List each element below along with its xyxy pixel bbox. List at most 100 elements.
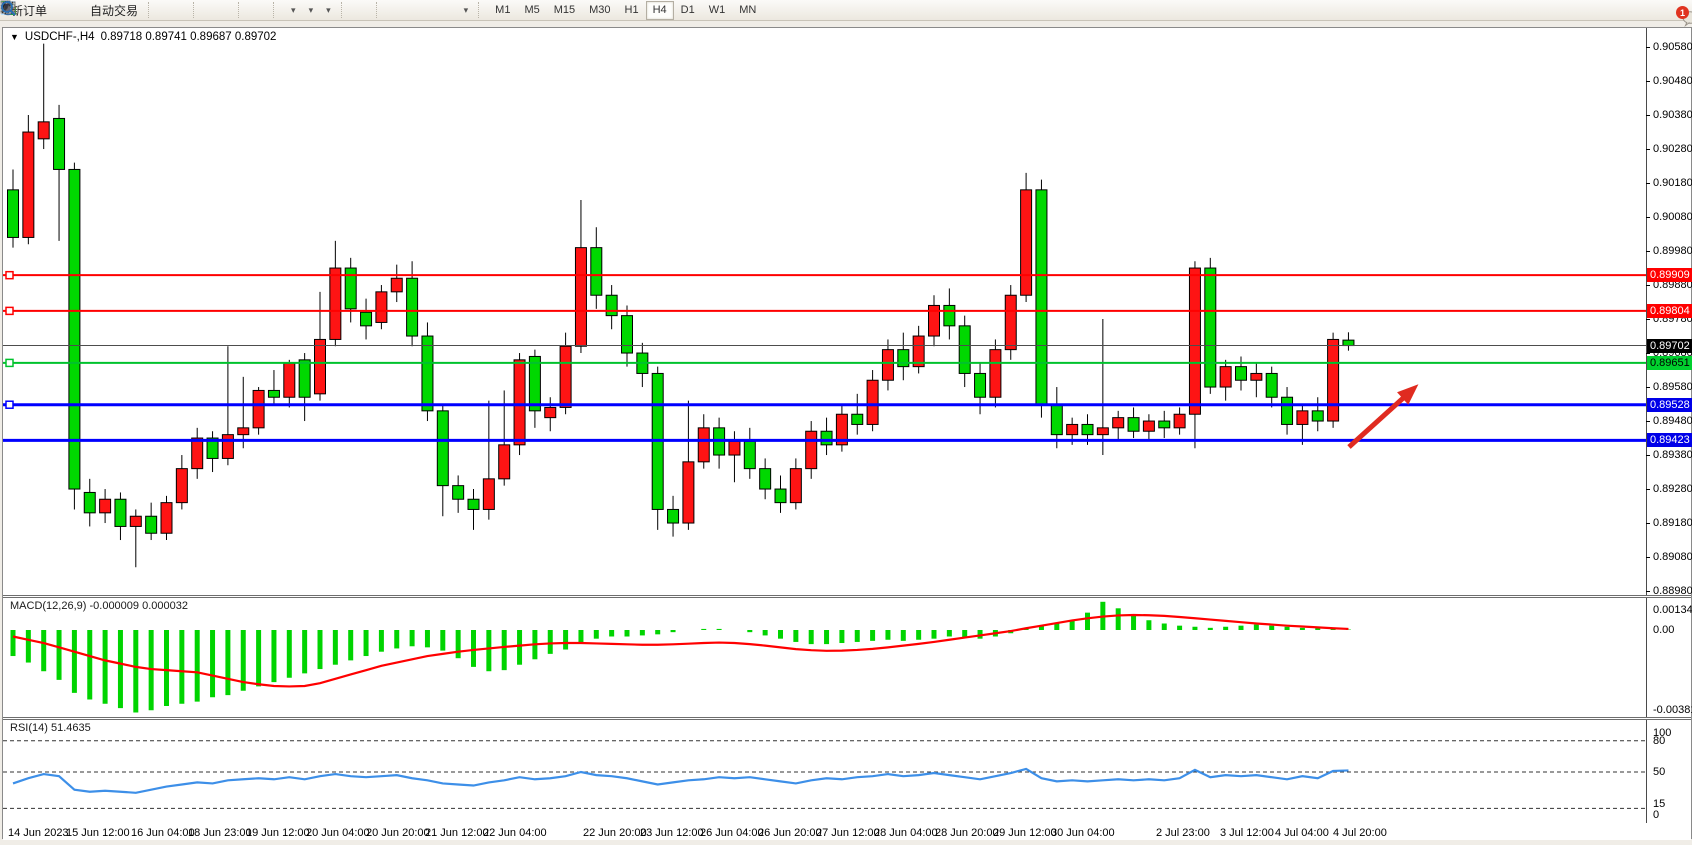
date-tick-label[interactable]: 19 Jun 12:00 xyxy=(246,827,310,839)
price-tick-mark xyxy=(1646,387,1650,388)
rsi-canvas[interactable] xyxy=(3,720,1646,824)
line-chart-button[interactable] xyxy=(178,1,188,20)
rsi-level-label: 50 xyxy=(1653,766,1665,778)
vertical-line-tool-button[interactable] xyxy=(386,1,396,20)
zoom-out-button[interactable] xyxy=(213,1,223,20)
price-tick-label: 0.89280 xyxy=(1653,483,1692,495)
rsi-level-label: 0 xyxy=(1653,809,1659,821)
cursor-tool-button[interactable] xyxy=(351,1,361,20)
price-pane[interactable]: ▼ USDCHF-,H4 0.89718 0.89741 0.89687 0.8… xyxy=(3,28,1691,595)
chart-title-overlay: ▼ USDCHF-,H4 0.89718 0.89741 0.89687 0.8… xyxy=(10,31,276,43)
macd-values: -0.000009 0.000032 xyxy=(89,600,187,612)
date-tick-label[interactable]: 29 Jun 12:00 xyxy=(993,827,1057,839)
price-tick-mark xyxy=(1646,319,1650,320)
date-tick-label[interactable]: 26 Jun 20:00 xyxy=(758,827,822,839)
date-tick-label[interactable]: 21 Jun 12:00 xyxy=(425,827,489,839)
data-window-button[interactable] xyxy=(62,1,72,20)
price-line-label: 0.89909 xyxy=(1647,268,1692,282)
collapse-one-click-icon[interactable]: ▼ xyxy=(10,32,19,42)
pane-splitter-macd[interactable] xyxy=(3,595,1691,598)
timeframe-button-m5[interactable]: M5 xyxy=(517,1,546,20)
timeframe-button-d1[interactable]: D1 xyxy=(674,1,702,20)
zoom-in-button[interactable] xyxy=(203,1,213,20)
toolbar-separator xyxy=(148,2,153,18)
timeframe-group: M1M5M15M30H1H4D1W1MN xyxy=(485,0,766,21)
templates-button[interactable]: ▾ xyxy=(318,1,336,20)
timeframe-button-m30[interactable]: M30 xyxy=(582,1,617,20)
label-tool-button[interactable]: T xyxy=(446,1,456,20)
date-tick-label[interactable]: 23 Jun 12:00 xyxy=(640,827,704,839)
rsi-pane[interactable]: RSI(14) 51.4635 xyxy=(3,720,1691,824)
date-tick-label[interactable]: 28 Jun 04:00 xyxy=(874,827,938,839)
text-tool-button[interactable]: A xyxy=(436,1,446,20)
date-tick-label[interactable]: 27 Jun 12:00 xyxy=(816,827,880,839)
indicators-button[interactable]: ▾ xyxy=(283,1,301,20)
timeframe-button-m15[interactable]: M15 xyxy=(547,1,582,20)
candlestick-chart-button[interactable] xyxy=(168,1,178,20)
price-line-label: 0.89528 xyxy=(1647,398,1692,412)
date-tick-label[interactable]: 22 Jun 20:00 xyxy=(583,827,647,839)
price-tick-mark xyxy=(1646,251,1650,252)
timeframe-button-mn[interactable]: MN xyxy=(732,1,763,20)
periods-button[interactable]: ▾ xyxy=(301,1,319,20)
market-watch-button[interactable] xyxy=(52,1,62,20)
tile-windows-button[interactable] xyxy=(223,1,233,20)
date-tick-label[interactable]: 2 Jul 23:00 xyxy=(1156,827,1210,839)
candlestick-chart-canvas[interactable] xyxy=(3,28,1646,595)
macd-pane[interactable]: MACD(12,26,9) -0.000009 0.000032 xyxy=(3,598,1691,717)
timeframe-button-w1[interactable]: W1 xyxy=(702,1,733,20)
auto-trading-button[interactable]: 自动交易 xyxy=(82,1,143,20)
price-tick-label: 0.90380 xyxy=(1653,109,1692,121)
toolbar-separator xyxy=(376,2,381,18)
macd-axis[interactable]: 0.0013490.00-0.00381 xyxy=(1646,598,1691,717)
arrows-tool-button[interactable]: ▾ xyxy=(456,1,474,20)
price-tick-label: 0.90280 xyxy=(1653,143,1692,155)
bar-chart-button[interactable] xyxy=(158,1,168,20)
date-tick-label[interactable]: 30 Jun 04:00 xyxy=(1051,827,1115,839)
horizontal-line-tool-button[interactable] xyxy=(396,1,406,20)
pane-splitter-rsi[interactable] xyxy=(3,717,1691,720)
signal-button[interactable] xyxy=(72,1,82,20)
auto-scroll-button[interactable] xyxy=(248,1,258,20)
price-axis[interactable]: 0.905800.904800.903800.902800.901800.900… xyxy=(1646,28,1691,595)
price-tick-mark xyxy=(1646,149,1650,150)
toolbar-separator xyxy=(478,2,483,18)
timeframe-button-m1[interactable]: M1 xyxy=(488,1,517,20)
date-tick-label[interactable]: 20 Jun 04:00 xyxy=(306,827,370,839)
crosshair-tool-button[interactable] xyxy=(361,1,371,20)
trendline-tool-button[interactable] xyxy=(406,1,416,20)
date-tick-label[interactable]: 4 Jul 20:00 xyxy=(1333,827,1387,839)
price-tick-mark xyxy=(1646,115,1650,116)
date-tick-label[interactable]: 3 Jul 12:00 xyxy=(1220,827,1274,839)
date-tick-label[interactable]: 28 Jun 20:00 xyxy=(935,827,999,839)
date-tick-label[interactable]: 18 Jun 23:00 xyxy=(188,827,252,839)
price-line-label: 0.89423 xyxy=(1647,433,1692,447)
macd-zero-label: 0.00 xyxy=(1653,624,1674,636)
timeframe-button-h4[interactable]: H4 xyxy=(646,1,674,20)
fibonacci-tool-button[interactable]: F xyxy=(426,1,436,20)
date-tick-label[interactable]: 4 Jul 04:00 xyxy=(1275,827,1329,839)
notification-badge: 1 xyxy=(1676,6,1689,19)
date-tick-label[interactable]: 26 Jun 04:00 xyxy=(700,827,764,839)
price-tick-mark xyxy=(1646,353,1650,354)
price-tick-label: 0.89180 xyxy=(1653,517,1692,529)
macd-canvas[interactable] xyxy=(3,598,1646,717)
price-tick-mark xyxy=(1646,183,1650,184)
date-tick-label[interactable]: 15 Jun 12:00 xyxy=(66,827,130,839)
toolbar-separator xyxy=(341,2,346,18)
macd-min-label: -0.00381 xyxy=(1653,704,1692,716)
rsi-axis[interactable]: 1008050150 xyxy=(1646,720,1691,824)
main-toolbar: 新订单 自动交易 xyxy=(0,0,1692,21)
date-tick-label[interactable]: 14 Jun 2023 xyxy=(8,827,69,839)
toolbar-separator xyxy=(238,2,243,18)
date-tick-label[interactable]: 20 Jun 20:00 xyxy=(366,827,430,839)
toolbar-separator xyxy=(273,2,278,18)
timeframe-button-h1[interactable]: H1 xyxy=(618,1,646,20)
chart-shift-button[interactable] xyxy=(258,1,268,20)
date-tick-label[interactable]: 16 Jun 04:00 xyxy=(131,827,195,839)
date-axis[interactable]: 14 Jun 202315 Jun 12:0016 Jun 04:0018 Ju… xyxy=(3,824,1691,840)
channel-tool-button[interactable]: E xyxy=(416,1,426,20)
date-tick-label[interactable]: 22 Jun 04:00 xyxy=(483,827,547,839)
price-tick-label: 0.90580 xyxy=(1653,41,1692,53)
price-tick-mark xyxy=(1646,523,1650,524)
